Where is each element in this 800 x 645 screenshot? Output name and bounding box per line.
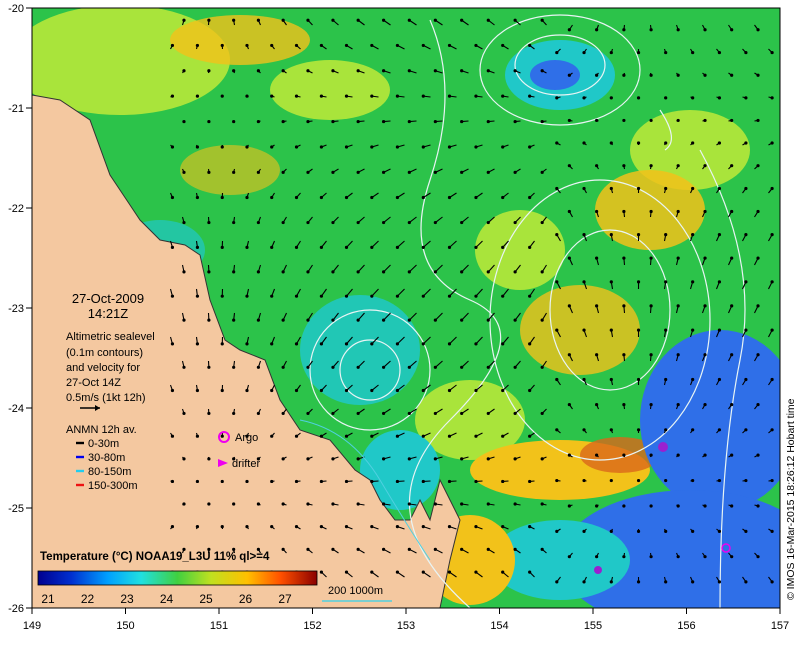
argo-marker [594, 566, 602, 574]
colorbar-tick-label: 24 [160, 592, 174, 606]
lon-tick-label: 156 [677, 620, 695, 632]
altimetry-line-1: Altimetric sealevel [66, 331, 155, 343]
lon-tick-label: 155 [584, 620, 602, 632]
lon-tick-label: 149 [23, 620, 41, 632]
altimetry-line-3: and velocity for [66, 362, 140, 374]
altimetry-line-2: (0.1m contours) [66, 347, 143, 359]
lat-tick-label: -24 [8, 403, 24, 415]
anmn-item-label: 30-80m [88, 452, 125, 464]
anmn-title: ANMN 12h av. [66, 424, 137, 436]
latitude-axis: -20 -21 -22 -23 -24 -25 -26 [8, 3, 32, 615]
colorbar-tick-label: 27 [278, 592, 292, 606]
colorbar-title: Temperature (°C) NOAA19_L3U 11% ql>=4 [40, 551, 270, 563]
lon-tick-label: 153 [397, 620, 415, 632]
drifter-label: drifter [232, 458, 260, 470]
argo-label: Argo [235, 432, 258, 444]
longitude-axis: 149 150 151 152 153 154 155 156 157 [23, 608, 789, 632]
time-text: 14:21Z [88, 306, 129, 321]
anmn-item-label: 150-300m [88, 480, 138, 492]
lon-tick-label: 151 [210, 620, 228, 632]
colorbar-tick-label: 23 [120, 592, 134, 606]
lat-tick-label: -26 [8, 603, 24, 615]
colorbar-tick-label: 25 [199, 592, 213, 606]
anmn-item-label: 80-150m [88, 466, 131, 478]
lon-tick-label: 157 [771, 620, 789, 632]
lon-tick-label: 152 [303, 620, 321, 632]
lat-tick-label: -23 [8, 303, 24, 315]
lat-tick-label: -21 [8, 103, 24, 115]
colorbar-tick-label: 21 [41, 592, 55, 606]
lat-tick-label: -25 [8, 503, 24, 515]
altimetry-line-5: 0.5m/s (1kt 12h) [66, 392, 145, 404]
date-text: 27-Oct-2009 [72, 291, 144, 306]
argo-marker [658, 442, 668, 452]
lon-tick-label: 154 [490, 620, 508, 632]
colorbar-tick-label: 22 [81, 592, 95, 606]
lat-tick-label: -22 [8, 203, 24, 215]
colorbar-tick-label: 26 [239, 592, 253, 606]
altimetry-line-4: 27-Oct 14Z [66, 377, 121, 389]
sst-map: 149 150 151 152 153 154 155 156 157 -20 -21 -22 -23… [0, 0, 800, 640]
isobath-label: 200 1000m [328, 585, 383, 597]
credit-text: © IMOS 16-Mar-2015 18:26:12 Hobart time [785, 398, 797, 600]
anmn-item-label: 0-30m [88, 438, 119, 450]
lon-tick-label: 150 [116, 620, 134, 632]
lat-tick-label: -20 [8, 3, 24, 15]
